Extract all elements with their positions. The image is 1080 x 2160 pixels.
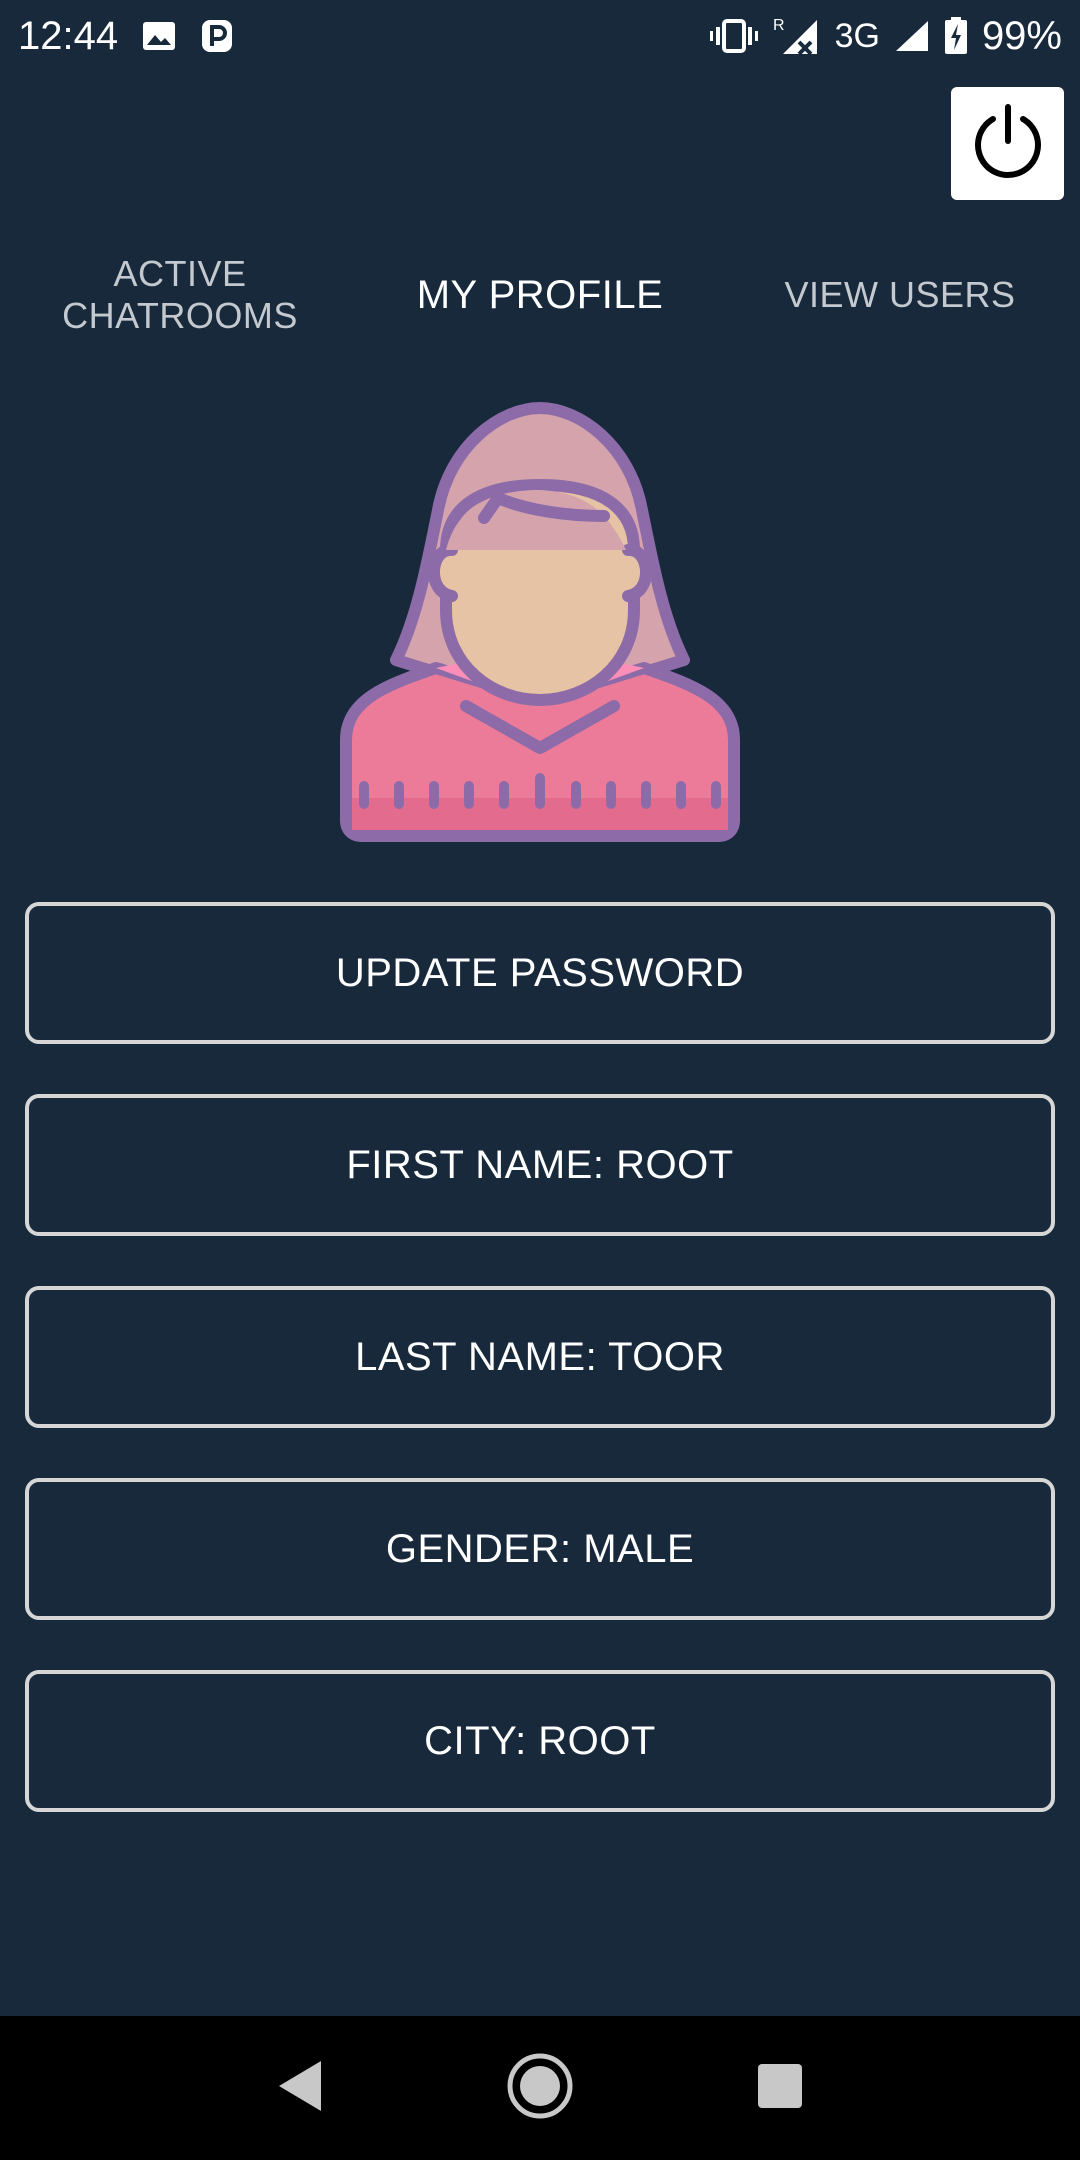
system-nav-bar: [0, 2016, 1080, 2160]
back-button[interactable]: [250, 2038, 350, 2138]
logout-button[interactable]: [951, 87, 1064, 200]
gender-button[interactable]: GENDER: MALE: [25, 1478, 1055, 1620]
roaming-indicator: R: [773, 17, 785, 34]
tab-label: VIEW USERS: [784, 274, 1016, 315]
last-name-label: LAST NAME: TOOR: [355, 1334, 725, 1379]
update-password-button[interactable]: UPDATE PASSWORD: [25, 902, 1055, 1044]
gender-label: GENDER: MALE: [385, 1526, 695, 1571]
first-name-button[interactable]: FIRST NAME: ROOT: [25, 1094, 1055, 1236]
roaming-signal-icon: R: [773, 16, 821, 56]
city-button[interactable]: CITY: ROOT: [25, 1670, 1055, 1812]
status-bar: 12:44 R 3G 99%: [0, 0, 1080, 72]
signal-icon: [894, 19, 930, 53]
recents-button[interactable]: [730, 2038, 830, 2138]
city-label: CITY: ROOT: [424, 1718, 656, 1763]
home-icon: [505, 2051, 575, 2126]
power-icon: [966, 99, 1050, 188]
home-button[interactable]: [490, 2038, 590, 2138]
status-right: R 3G 99%: [709, 14, 1062, 59]
network-type: 3G: [834, 16, 880, 55]
tab-view-users[interactable]: VIEW USERS: [720, 274, 1080, 316]
status-time: 12:44: [18, 13, 119, 58]
tab-bar: ACTIVE CHATROOMS MY PROFILE VIEW USERS: [0, 228, 1080, 362]
parking-p-icon: [200, 18, 234, 54]
tab-label: MY PROFILE: [416, 273, 664, 317]
female-user-avatar-icon: [326, 400, 754, 844]
first-name-label: FIRST NAME: ROOT: [346, 1142, 734, 1187]
tab-my-profile[interactable]: MY PROFILE: [360, 274, 720, 316]
battery-percent: 99%: [981, 13, 1062, 58]
recents-icon: [756, 2062, 804, 2115]
tab-label: ACTIVE CHATROOMS: [62, 253, 298, 336]
image-icon: [142, 21, 176, 51]
battery-charging-icon: [944, 17, 968, 55]
back-icon: [275, 2059, 325, 2118]
tab-active-chatrooms[interactable]: ACTIVE CHATROOMS: [0, 253, 360, 337]
last-name-button[interactable]: LAST NAME: TOOR: [25, 1286, 1055, 1428]
vibrate-icon: [709, 19, 759, 53]
status-left: 12:44: [18, 14, 234, 59]
update-password-label: UPDATE PASSWORD: [335, 950, 745, 995]
